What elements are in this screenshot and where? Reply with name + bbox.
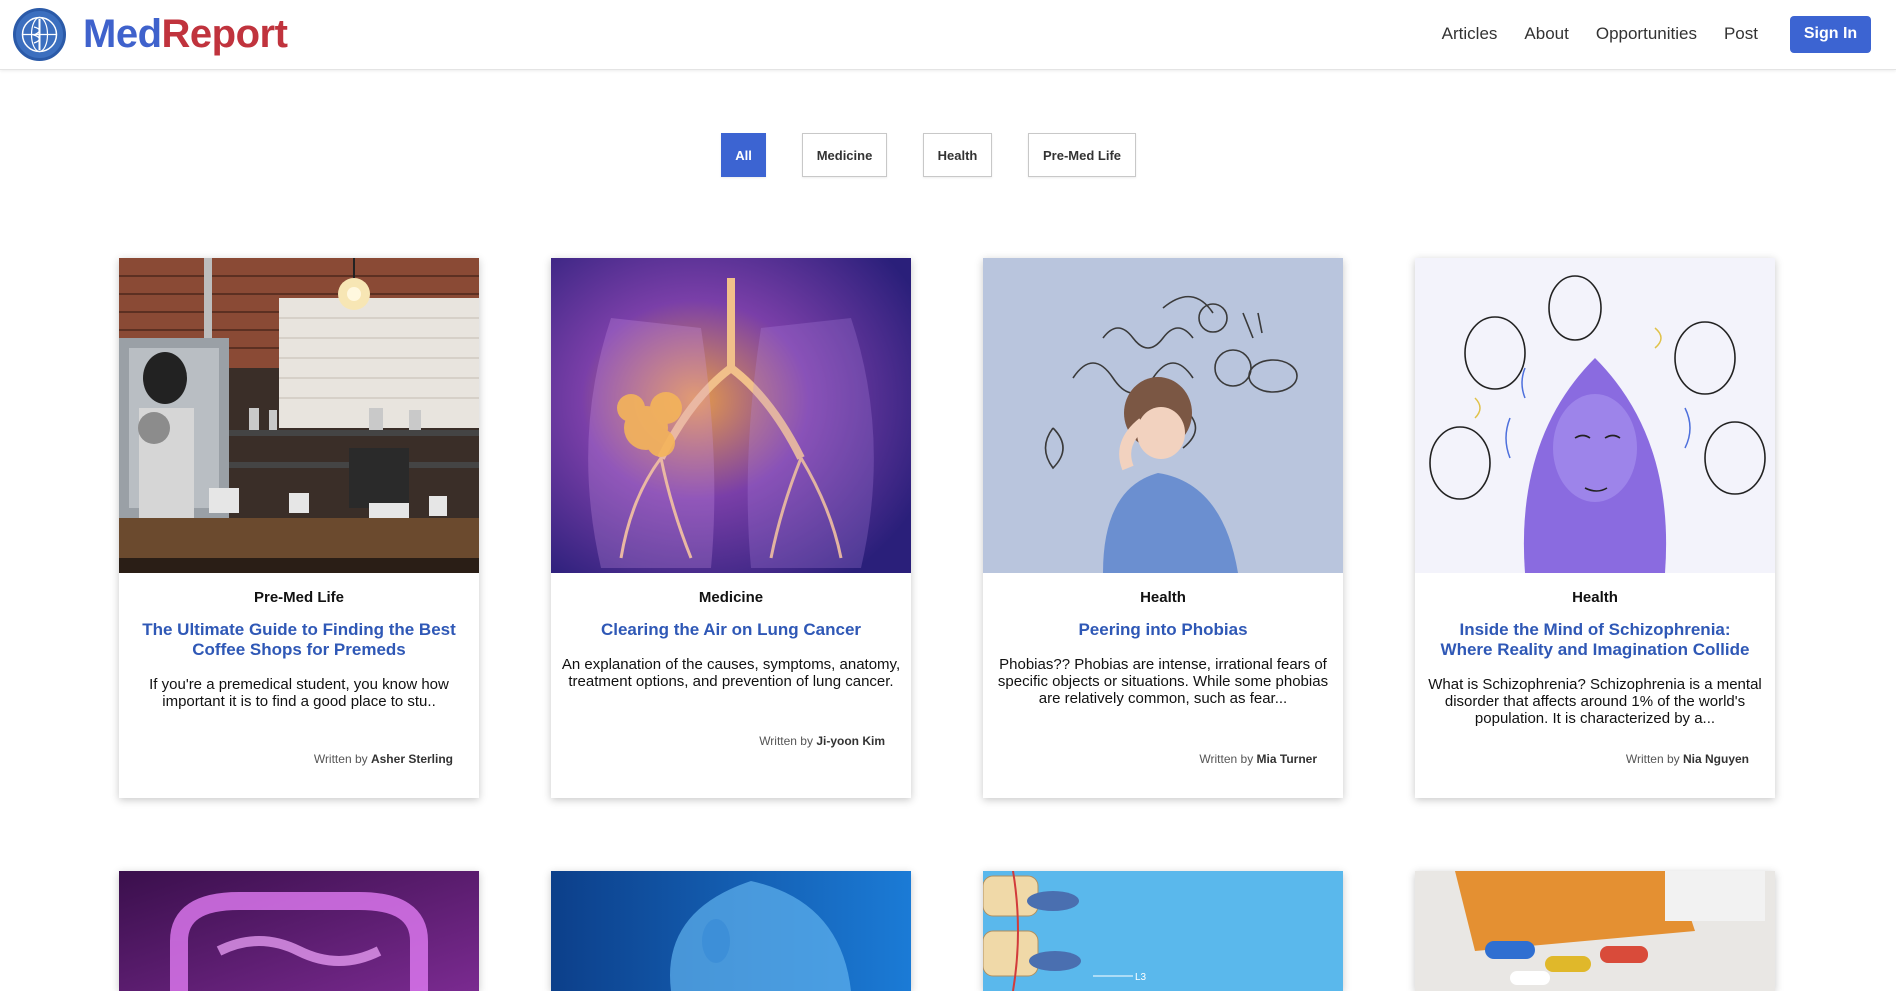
article-card[interactable]: Pre-Med Life The Ultimate Guide to Findi… bbox=[119, 258, 479, 798]
author-name[interactable]: Asher Sterling bbox=[371, 752, 453, 766]
article-title-link[interactable]: Peering into Phobias bbox=[1001, 620, 1325, 640]
brand-name-med: Med bbox=[83, 12, 162, 56]
nav-post[interactable]: Post bbox=[1724, 24, 1758, 44]
main-nav: Articles About Opportunities Post Sign I… bbox=[1442, 0, 1896, 68]
article-excerpt: An explanation of the causes, symptoms, … bbox=[561, 656, 901, 690]
globe-caduceus-icon[interactable] bbox=[13, 8, 66, 61]
article-byline: Written by Mia Turner bbox=[1199, 752, 1317, 766]
article-title-link[interactable]: The Ultimate Guide to Finding the Best C… bbox=[137, 620, 461, 660]
article-excerpt: What is Schizophrenia? Schizophrenia is … bbox=[1428, 676, 1762, 727]
article-excerpt: If you're a premedical student, you know… bbox=[149, 676, 449, 710]
author-name[interactable]: Nia Nguyen bbox=[1683, 752, 1749, 766]
written-by-label: Written by bbox=[313, 752, 368, 766]
article-card[interactable]: Health Peering into Phobias Phobias?? Ph… bbox=[983, 258, 1343, 798]
lung-xray-illustration[interactable] bbox=[551, 258, 911, 573]
category-filters: All Medicine Health Pre-Med Life bbox=[0, 133, 1896, 177]
head-anatomy-image[interactable] bbox=[551, 871, 911, 991]
pill-bottle-image[interactable] bbox=[1415, 871, 1775, 991]
filter-pre-med-life[interactable]: Pre-Med Life bbox=[1028, 133, 1136, 177]
author-name[interactable]: Ji-yoon Kim bbox=[816, 734, 885, 748]
article-excerpt: Phobias?? Phobias are intense, irrationa… bbox=[997, 656, 1329, 707]
spine-vertebrae-image[interactable]: L3 bbox=[983, 871, 1343, 991]
article-title-link[interactable]: Inside the Mind of Schizophrenia: Where … bbox=[1433, 620, 1757, 660]
intestine-xray-image[interactable] bbox=[119, 871, 479, 991]
anxious-woman-illustration[interactable] bbox=[983, 258, 1343, 573]
author-name[interactable]: Mia Turner bbox=[1257, 752, 1317, 766]
written-by-label: Written by bbox=[1625, 752, 1680, 766]
filter-health[interactable]: Health bbox=[923, 133, 992, 177]
article-category: Pre-Med Life bbox=[253, 589, 344, 606]
article-byline: Written by Ji-yoon Kim bbox=[759, 734, 885, 748]
sign-in-button[interactable]: Sign In bbox=[1790, 15, 1871, 53]
nav-about[interactable]: About bbox=[1524, 24, 1568, 44]
article-card[interactable]: Health Inside the Mind of Schizophrenia:… bbox=[1415, 258, 1775, 798]
faces-illustration[interactable] bbox=[1415, 258, 1775, 573]
coffee-shop-photo[interactable] bbox=[119, 258, 479, 573]
written-by-label: Written by bbox=[759, 734, 813, 748]
brand-name-report: Report bbox=[161, 12, 288, 56]
filter-medicine[interactable]: Medicine bbox=[802, 133, 887, 177]
brand-logo-text[interactable]: MedReport bbox=[83, 12, 288, 57]
spine-level-label: L3 bbox=[1135, 972, 1147, 983]
filter-all[interactable]: All bbox=[721, 133, 766, 177]
article-category: Health bbox=[1572, 589, 1618, 606]
article-title-link[interactable]: Clearing the Air on Lung Cancer bbox=[569, 620, 893, 640]
written-by-label: Written by bbox=[1199, 752, 1254, 766]
article-card[interactable]: Medicine Clearing the Air on Lung Cancer… bbox=[551, 258, 911, 798]
article-category: Health bbox=[1140, 589, 1186, 606]
nav-articles[interactable]: Articles bbox=[1442, 24, 1498, 44]
site-header: MedReport Articles About Opportunities P… bbox=[0, 0, 1896, 70]
article-byline: Written by Nia Nguyen bbox=[1626, 752, 1749, 766]
article-byline: Written by Asher Sterling bbox=[314, 752, 453, 766]
nav-opportunities[interactable]: Opportunities bbox=[1596, 24, 1697, 44]
article-category: Medicine bbox=[698, 589, 764, 606]
